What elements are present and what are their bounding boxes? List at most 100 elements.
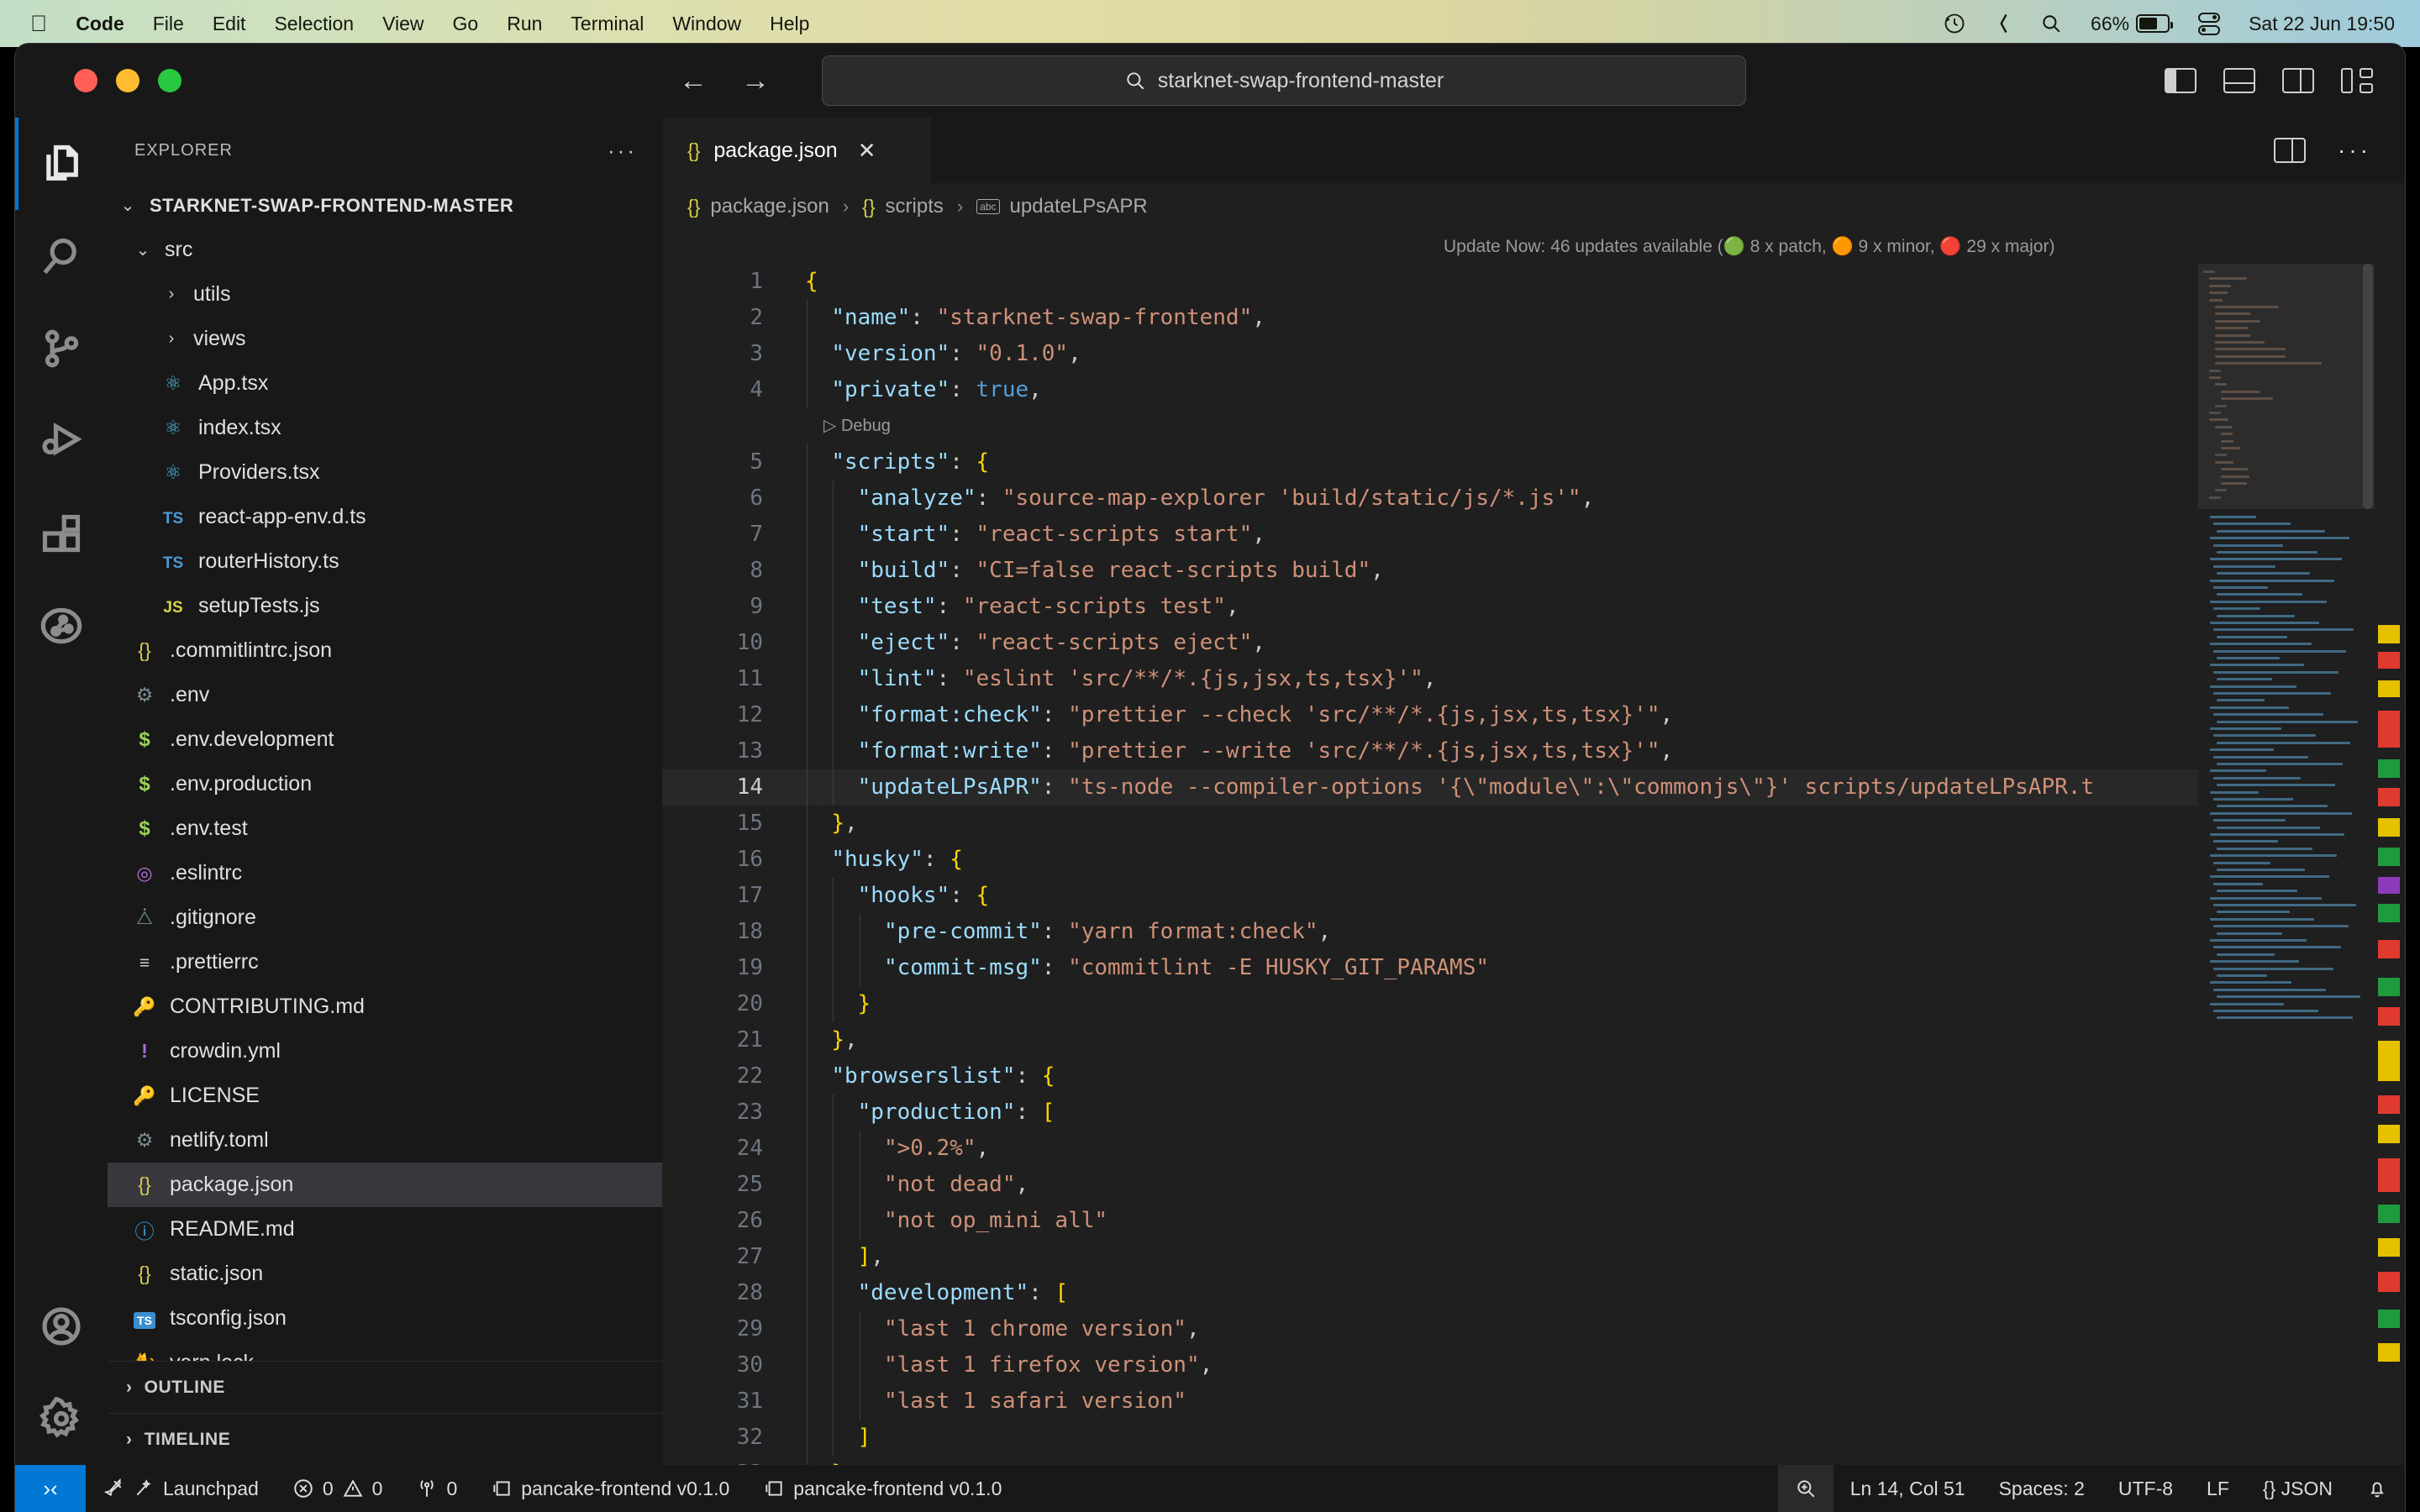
go-back-button[interactable]: ←: [679, 65, 708, 97]
status-indentation[interactable]: Spaces: 2: [1982, 1465, 2102, 1512]
sidebar-item-testing[interactable]: [15, 580, 108, 672]
code-line[interactable]: 15 },: [662, 806, 2405, 842]
code-line[interactable]: 31 "last 1 safari version": [662, 1383, 2405, 1420]
minimap[interactable]: [2198, 264, 2375, 1465]
menu-item-run[interactable]: Run: [507, 13, 542, 35]
status-encoding[interactable]: UTF-8: [2102, 1465, 2190, 1512]
debug-codelens[interactable]: ▷ Debug: [662, 408, 2405, 444]
tree-folder-views[interactable]: › views: [108, 317, 662, 361]
menu-item-window[interactable]: Window: [672, 13, 741, 35]
status-cursor-position[interactable]: Ln 14, Col 51: [1833, 1465, 1982, 1512]
codelens-update-now[interactable]: Update Now: 46 updates available (🟢 8 x …: [662, 230, 2405, 264]
battery-indicator[interactable]: 66%: [2091, 13, 2174, 35]
breadcrumb-item-file[interactable]: package.json: [710, 195, 829, 218]
tree-file-.eslintrc[interactable]: ◎ .eslintrc: [108, 851, 662, 895]
tree-file-Providers.tsx[interactable]: ⚛ Providers.tsx: [108, 450, 662, 495]
sidebar-item-explorer[interactable]: [15, 118, 108, 210]
code-line[interactable]: 25 "not dead",: [662, 1167, 2405, 1203]
menubar-clock[interactable]: Sat 22 Jun 19:50: [2249, 13, 2395, 35]
tree-file-routerHistory.ts[interactable]: TS routerHistory.ts: [108, 539, 662, 584]
sidebar-item-run-and-debug[interactable]: [15, 395, 108, 487]
split-editor-right-button[interactable]: [2274, 138, 2307, 163]
menu-item-help[interactable]: Help: [770, 13, 809, 35]
close-icon[interactable]: ✕: [858, 138, 876, 164]
code-editor[interactable]: 1{2 "name": "starknet-swap-frontend", 3 "…: [662, 264, 2405, 1465]
maximize-window-button[interactable]: [158, 69, 182, 92]
breadcrumb-item-scripts[interactable]: scripts: [886, 195, 944, 218]
status-package-1[interactable]: pancake-frontend v0.1.0: [474, 1465, 746, 1512]
customize-layout-button[interactable]: [2341, 68, 2373, 93]
tree-file-crowdin.yml[interactable]: ! crowdin.yml: [108, 1029, 662, 1074]
tree-file-yarn.lock[interactable]: 🐈 yarn.lock: [108, 1341, 662, 1361]
tree-file-.env.test[interactable]: $ .env.test: [108, 806, 662, 851]
code-line[interactable]: 33 }: [662, 1456, 2405, 1465]
tree-file-.gitignore[interactable]: ⧊ .gitignore: [108, 895, 662, 940]
status-language-mode[interactable]: {} JSON: [2246, 1465, 2349, 1512]
code-line[interactable]: 9 "test": "react-scripts test",: [662, 589, 2405, 625]
tree-file-.prettierrc[interactable]: ≡ .prettierrc: [108, 940, 662, 984]
status-package-2[interactable]: pancake-frontend v0.1.0: [746, 1465, 1018, 1512]
file-tree[interactable]: ⌄ STARKNET-SWAP-FRONTEND-MASTER ⌄ src › utils…: [108, 183, 662, 1361]
sidebar-section-timeline[interactable]: › TIMELINE: [108, 1413, 662, 1465]
time-machine-icon[interactable]: [1943, 12, 1966, 35]
code-line[interactable]: 16 "husky": {: [662, 842, 2405, 878]
code-line[interactable]: 3 "version": "0.1.0",: [662, 336, 2405, 372]
tree-file-index.tsx[interactable]: ⚛ index.tsx: [108, 406, 662, 450]
remote-window-button[interactable]: ›‹: [15, 1465, 86, 1512]
code-line[interactable]: 1{: [662, 264, 2405, 300]
toggle-panel-button[interactable]: [2223, 68, 2255, 93]
tree-file-react-app-env.d.ts[interactable]: TS react-app-env.d.ts: [108, 495, 662, 539]
sidebar-more-actions-button[interactable]: ···: [608, 138, 637, 164]
overview-ruler[interactable]: [2375, 264, 2405, 1465]
sidebar-item-extensions[interactable]: [15, 487, 108, 580]
tree-folder-utils[interactable]: › utils: [108, 272, 662, 317]
code-line[interactable]: 23 "production": [: [662, 1095, 2405, 1131]
code-line[interactable]: 24 ">0.2%",: [662, 1131, 2405, 1167]
tree-folder-src[interactable]: ⌄ src: [108, 228, 662, 272]
code-line[interactable]: 13 "format:write": "prettier --write 'sr…: [662, 733, 2405, 769]
menu-item-file[interactable]: File: [153, 13, 184, 35]
quick-open-bar[interactable]: starknet-swap-frontend-master: [822, 55, 1746, 106]
code-line[interactable]: 7 "start": "react-scripts start",: [662, 517, 2405, 553]
menu-item-edit[interactable]: Edit: [213, 13, 246, 35]
tree-file-.commitlintrc.json[interactable]: {} .commitlintrc.json: [108, 628, 662, 673]
code-line[interactable]: 6 "analyze": "source-map-explorer 'build…: [662, 480, 2405, 517]
menu-item-view[interactable]: View: [382, 13, 424, 35]
status-notifications[interactable]: [2349, 1465, 2405, 1512]
code-line[interactable]: 22 "browserslist": {: [662, 1058, 2405, 1095]
sidebar-section-outline[interactable]: › OUTLINE: [108, 1361, 662, 1413]
sidebar-item-search[interactable]: [15, 210, 108, 302]
menu-item-code[interactable]: Code: [76, 13, 124, 35]
menu-item-selection[interactable]: Selection: [274, 13, 354, 35]
tree-file-App.tsx[interactable]: ⚛ App.tsx: [108, 361, 662, 406]
tree-file-static.json[interactable]: {} static.json: [108, 1252, 662, 1296]
code-line[interactable]: 21 },: [662, 1022, 2405, 1058]
code-line[interactable]: 26 "not op_mini all": [662, 1203, 2405, 1239]
tree-root-folder[interactable]: ⌄ STARKNET-SWAP-FRONTEND-MASTER: [108, 183, 662, 228]
tree-file-netlify.toml[interactable]: ⚙ netlify.toml: [108, 1118, 662, 1163]
menu-item-terminal[interactable]: Terminal: [571, 13, 644, 35]
code-line[interactable]: 10 "eject": "react-scripts eject",: [662, 625, 2405, 661]
menu-item-go[interactable]: Go: [453, 13, 479, 35]
spotlight-search-icon[interactable]: [2040, 13, 2062, 34]
code-line[interactable]: 32 ]: [662, 1420, 2405, 1456]
sidebar-item-accounts[interactable]: [15, 1280, 108, 1373]
tree-file-.env[interactable]: ⚙ .env: [108, 673, 662, 717]
code-line[interactable]: 18 "pre-commit": "yarn format:check",: [662, 914, 2405, 950]
breadcrumb-item-symbol[interactable]: updateLPsAPR: [1010, 195, 1148, 218]
code-line[interactable]: 19 "commit-msg": "commitlint -E HUSKY_GI…: [662, 950, 2405, 986]
status-ports[interactable]: 0: [399, 1465, 474, 1512]
code-line[interactable]: 17 "hooks": {: [662, 878, 2405, 914]
control-strip-icon[interactable]: [1995, 12, 2012, 35]
tree-file-setupTests.js[interactable]: JS setupTests.js: [108, 584, 662, 628]
sidebar-item-settings[interactable]: [15, 1373, 108, 1465]
code-line[interactable]: 30 "last 1 firefox version",: [662, 1347, 2405, 1383]
code-line[interactable]: 5 "scripts": {: [662, 444, 2405, 480]
apple-menu-icon[interactable]: : [30, 12, 47, 35]
sidebar-item-source-control[interactable]: [15, 302, 108, 395]
code-line[interactable]: 8 "build": "CI=false react-scripts build…: [662, 553, 2405, 589]
code-line[interactable]: 4 "private": true,: [662, 372, 2405, 408]
code-line[interactable]: 2 "name": "starknet-swap-frontend",: [662, 300, 2405, 336]
go-forward-button[interactable]: →: [741, 65, 770, 97]
close-window-button[interactable]: [74, 69, 97, 92]
